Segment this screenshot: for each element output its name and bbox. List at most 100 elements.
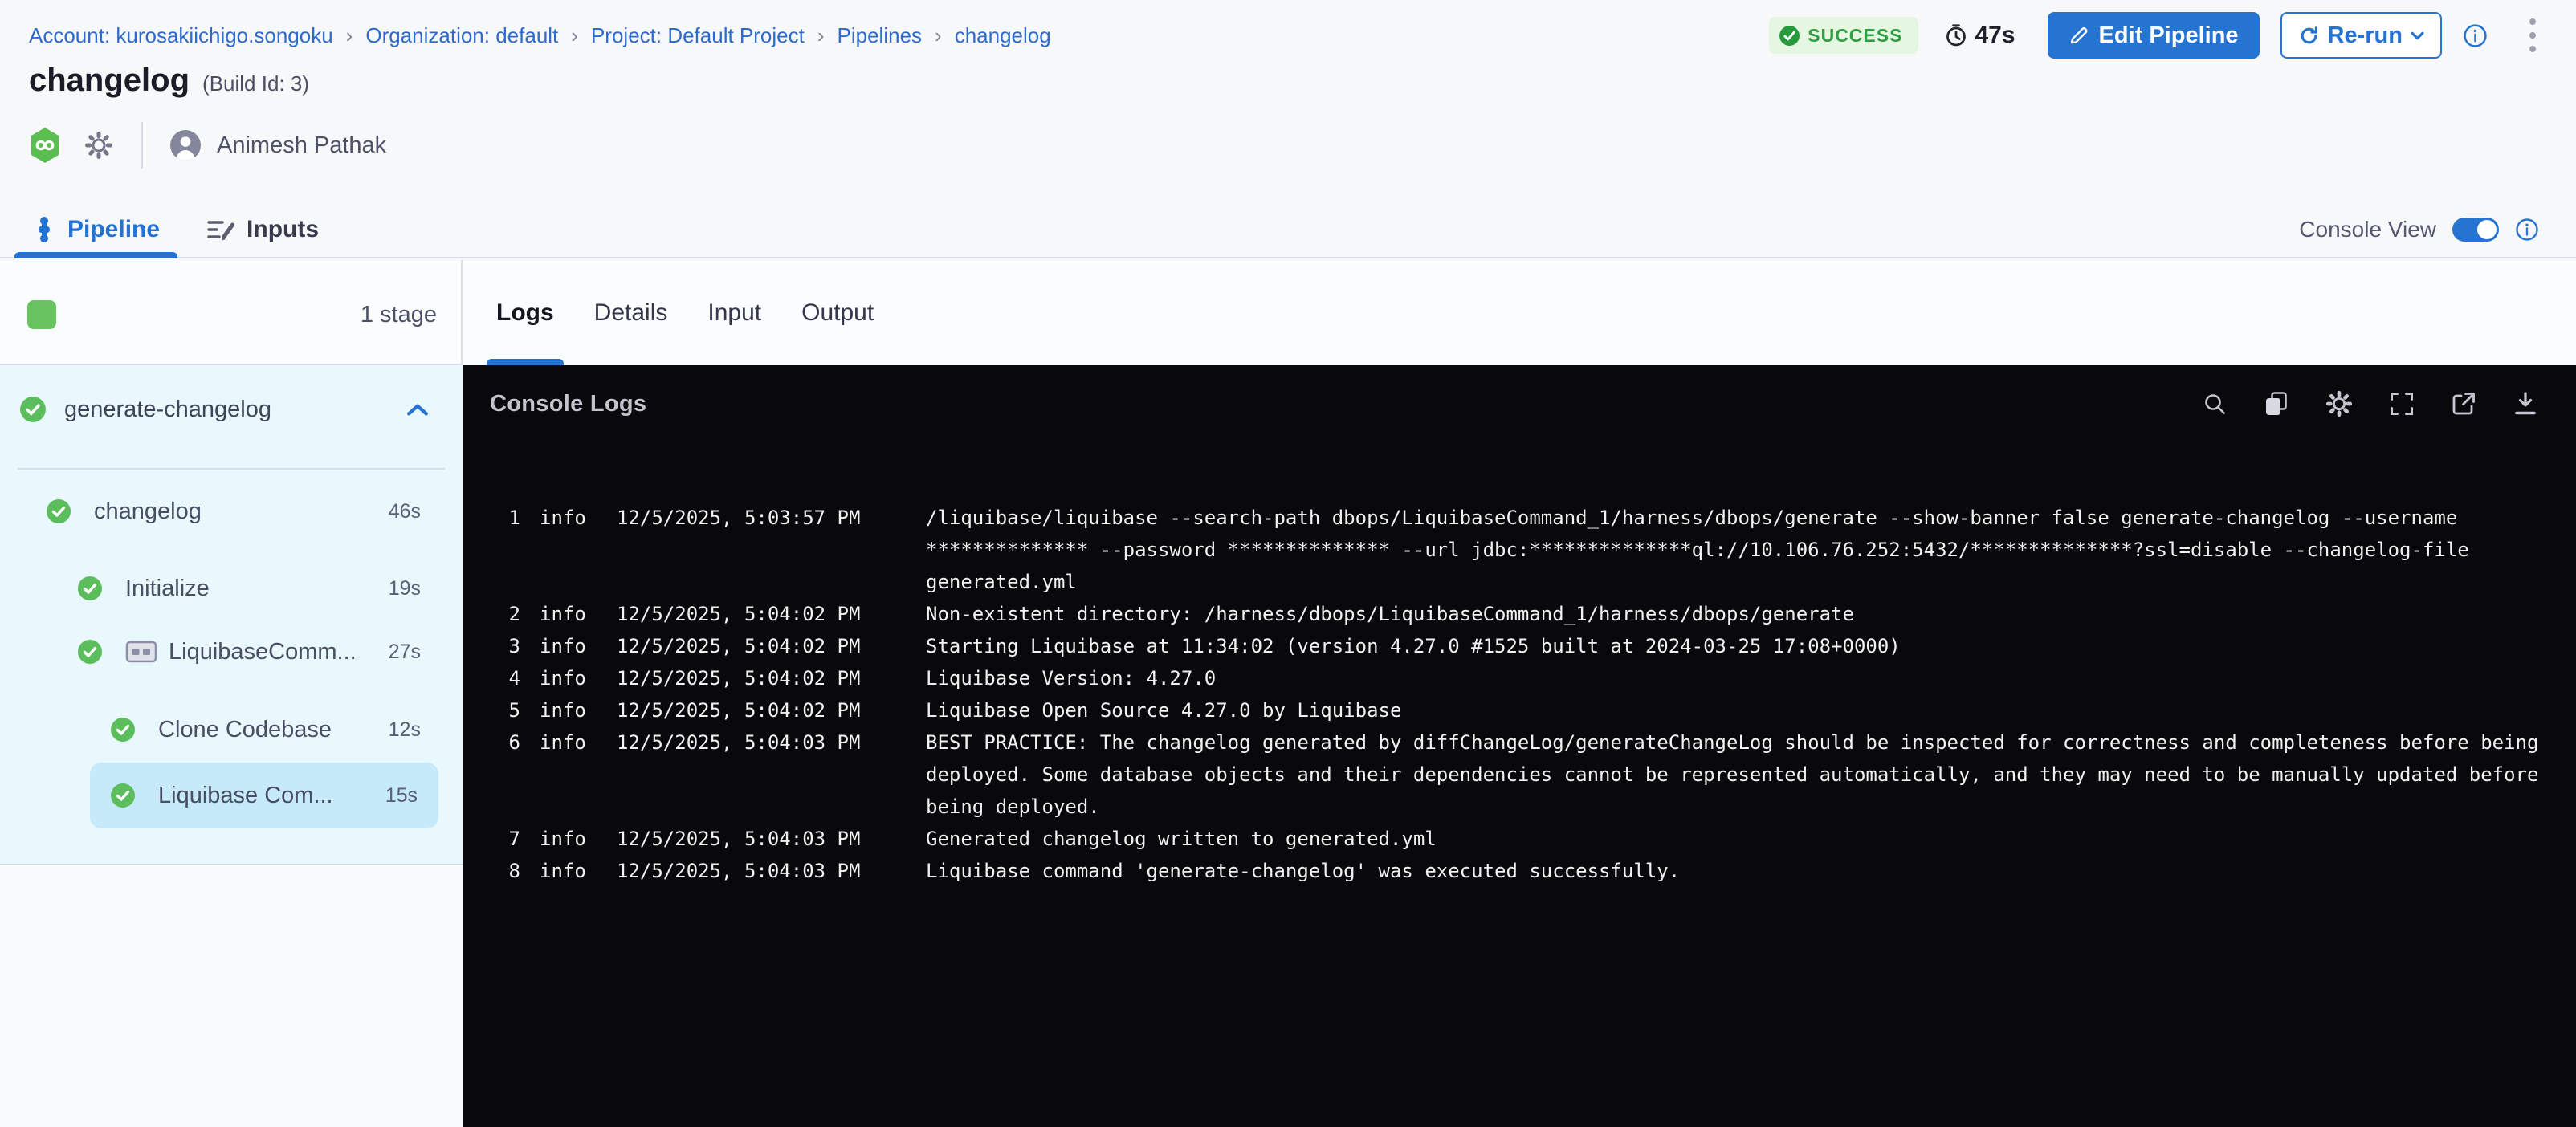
log-line-number: 5 bbox=[490, 694, 520, 726]
stage-tree-panel: generate-changelog changelog46sInitializ… bbox=[0, 365, 463, 865]
log-level: info bbox=[540, 823, 581, 855]
ci-module-icon bbox=[27, 126, 63, 165]
success-check-icon bbox=[1779, 25, 1800, 47]
tree-item[interactable]: Initialize19s bbox=[0, 563, 463, 614]
main-tab-bar: Pipeline Inputs Console View bbox=[0, 202, 2576, 258]
log-message: Liquibase Version: 4.27.0 bbox=[926, 662, 2564, 694]
success-check-icon bbox=[77, 576, 103, 601]
settings-gear-icon[interactable] bbox=[2325, 389, 2354, 418]
log-line-number: 8 bbox=[490, 855, 520, 887]
console-toolbar bbox=[2201, 389, 2539, 418]
console-view-control: Console View bbox=[2299, 217, 2539, 242]
tab-inputs-label: Inputs bbox=[247, 216, 319, 243]
breadcrumb: Account: kurosakiichigo.songoku › Organiza… bbox=[29, 23, 1051, 48]
log-tabs: Logs Details Input Output bbox=[463, 260, 2576, 365]
tree-item-label: Initialize bbox=[125, 576, 210, 602]
tab-pipeline[interactable]: Pipeline bbox=[14, 202, 177, 257]
log-row: 1info12/5/2025, 5:03:57 PM/liquibase/liq… bbox=[463, 502, 2576, 598]
breadcrumb-item[interactable]: Organization: default bbox=[365, 23, 558, 48]
log-level: info bbox=[540, 855, 581, 887]
stage-tree: changelog46s Initialize19s LiquibaseComm..… bbox=[0, 365, 463, 864]
info-icon[interactable] bbox=[2515, 218, 2539, 242]
log-line-number: 6 bbox=[490, 726, 520, 759]
breadcrumb-separator: › bbox=[817, 23, 825, 48]
breadcrumb-separator: › bbox=[346, 23, 353, 48]
breadcrumb-item[interactable]: changelog bbox=[955, 23, 1051, 48]
console-title: Console Logs bbox=[490, 391, 646, 417]
breadcrumb-item[interactable]: Account: kurosakiichigo.songoku bbox=[29, 23, 333, 48]
gear-icon[interactable] bbox=[84, 130, 114, 161]
console-view-label: Console View bbox=[2299, 217, 2436, 242]
log-message: Liquibase command 'generate-changelog' w… bbox=[926, 855, 2564, 887]
console-panel: Console Logs bbox=[463, 365, 2576, 1127]
log-section: Logs Details Input Output Console Logs bbox=[463, 260, 2576, 1127]
stage-node[interactable] bbox=[27, 300, 56, 329]
log-message: Generated changelog written to generated… bbox=[926, 823, 2564, 855]
status-badge-label: SUCCESS bbox=[1808, 25, 1902, 47]
log-timestamp: 12/5/2025, 5:04:02 PM bbox=[617, 694, 866, 726]
log-level: info bbox=[540, 726, 581, 759]
log-line-number: 7 bbox=[490, 823, 520, 855]
log-timestamp: 12/5/2025, 5:04:03 PM bbox=[617, 823, 866, 855]
rerun-button[interactable]: Re-run bbox=[2280, 12, 2442, 59]
log-tab-input[interactable]: Input bbox=[707, 260, 761, 365]
tree-item-label: Clone Codebase bbox=[158, 717, 332, 743]
success-check-icon bbox=[77, 639, 103, 665]
tree-item[interactable]: Clone Codebase12s bbox=[0, 704, 463, 755]
log-timestamp: 12/5/2025, 5:03:57 PM bbox=[617, 502, 866, 534]
tree-item-label: LiquibaseComm... bbox=[169, 639, 357, 665]
trigger-user-name: Animesh Pathak bbox=[217, 132, 386, 159]
log-timestamp: 12/5/2025, 5:04:03 PM bbox=[617, 726, 866, 759]
toggle-knob bbox=[2477, 220, 2497, 239]
tree-item-label: Liquibase Com... bbox=[158, 783, 333, 809]
log-tab-output[interactable]: Output bbox=[801, 260, 874, 365]
tree-item-duration: 27s bbox=[389, 641, 421, 664]
log-line-number: 4 bbox=[490, 662, 520, 694]
log-timestamp: 12/5/2025, 5:04:02 PM bbox=[617, 598, 866, 630]
pipeline-icon bbox=[32, 216, 56, 243]
vertical-divider bbox=[141, 122, 143, 169]
log-level: info bbox=[540, 630, 581, 662]
download-icon[interactable] bbox=[2512, 390, 2539, 417]
copy-icon[interactable] bbox=[2263, 390, 2290, 417]
more-options-kebab-icon[interactable] bbox=[2521, 15, 2544, 55]
chevron-down-icon bbox=[2411, 31, 2424, 40]
tab-pipeline-label: Pipeline bbox=[67, 216, 160, 243]
log-tab-logs[interactable]: Logs bbox=[496, 260, 554, 365]
tab-inputs[interactable]: Inputs bbox=[189, 202, 336, 257]
log-tab-details[interactable]: Details bbox=[594, 260, 668, 365]
title-row: changelog (Build Id: 3) bbox=[29, 63, 309, 99]
log-message: Starting Liquibase at 11:34:02 (version … bbox=[926, 630, 2564, 662]
log-level: info bbox=[540, 694, 581, 726]
search-icon[interactable] bbox=[2201, 390, 2228, 417]
refresh-icon bbox=[2298, 25, 2320, 47]
tree-item[interactable]: Liquibase Com...15s bbox=[90, 763, 438, 828]
breadcrumb-separator: › bbox=[935, 23, 942, 48]
fullscreen-icon[interactable] bbox=[2388, 390, 2415, 417]
log-row: 8info12/5/2025, 5:04:03 PMLiquibase comm… bbox=[463, 855, 2576, 887]
info-icon[interactable] bbox=[2463, 23, 2488, 48]
build-duration: 47s bbox=[1944, 22, 2015, 49]
breadcrumb-item[interactable]: Pipelines bbox=[838, 23, 923, 48]
breadcrumb-item[interactable]: Project: Default Project bbox=[591, 23, 805, 48]
tree-item[interactable]: LiquibaseComm... 27s bbox=[0, 626, 463, 677]
log-line-number: 3 bbox=[490, 630, 520, 662]
content: 1 stage generate-changelog changelog46sI… bbox=[0, 260, 2576, 1127]
console-view-toggle[interactable] bbox=[2452, 218, 2499, 242]
avatar bbox=[170, 130, 201, 161]
page-header: Account: kurosakiichigo.songoku › Organiza… bbox=[0, 0, 2576, 71]
log-row: 6info12/5/2025, 5:04:03 PMBEST PRACTICE:… bbox=[463, 726, 2576, 823]
log-line-number: 1 bbox=[490, 502, 520, 534]
edit-pipeline-label: Edit Pipeline bbox=[2099, 22, 2239, 49]
success-check-icon bbox=[110, 783, 136, 808]
step-group-icon bbox=[125, 640, 157, 664]
tree-item[interactable]: changelog46s bbox=[0, 486, 463, 537]
log-row: 7 info 12/5/2025, 5:04:03 PM Generated chan… bbox=[463, 823, 2576, 855]
log-line-number: 2 bbox=[490, 598, 520, 630]
edit-pipeline-button[interactable]: Edit Pipeline bbox=[2048, 12, 2260, 59]
log-row: 3 info 12/5/2025, 5:04:02 PM Starting Liqui… bbox=[463, 630, 2576, 662]
meta-row: Animesh Pathak bbox=[27, 117, 386, 173]
open-in-new-icon[interactable] bbox=[2450, 390, 2477, 417]
log-timestamp: 12/5/2025, 5:04:02 PM bbox=[617, 630, 866, 662]
tree-item-duration: 46s bbox=[389, 500, 421, 523]
